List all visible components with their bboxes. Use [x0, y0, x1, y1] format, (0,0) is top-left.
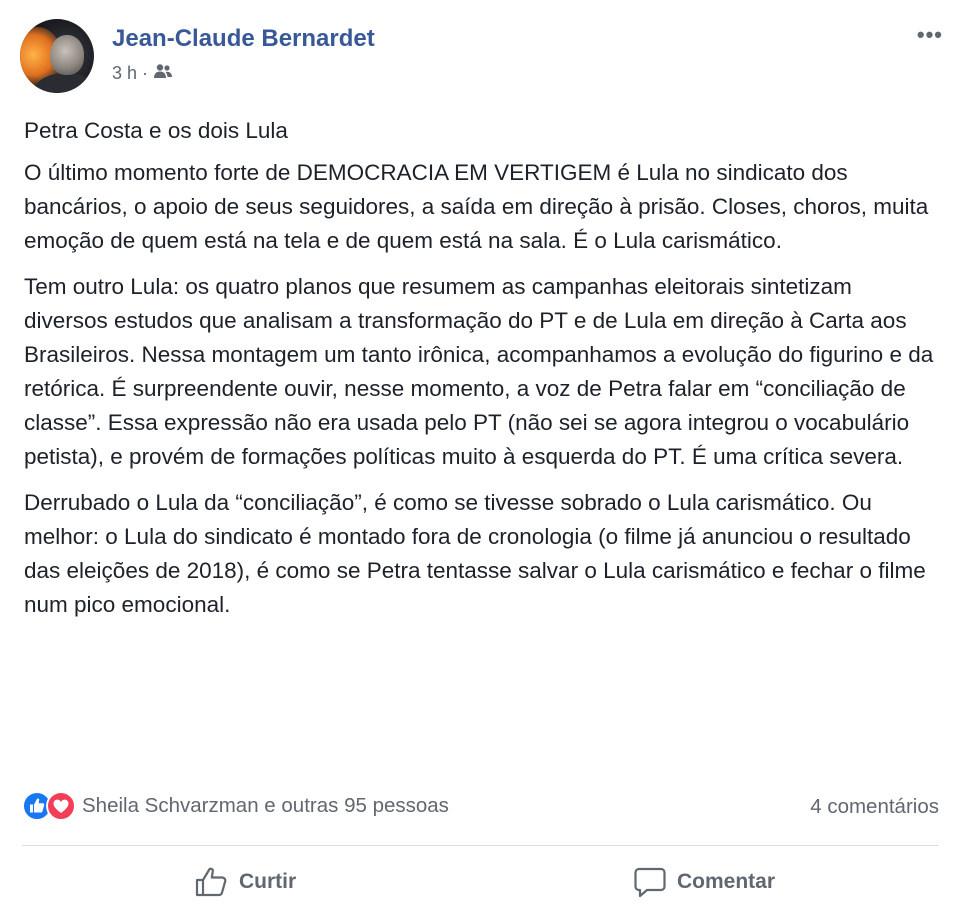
reactions-text[interactable]: Sheila Schvarzman e outras 95 pessoas	[82, 794, 449, 818]
post-text: Petra Costa e os dois Lula O último mome…	[24, 114, 939, 634]
thumbs-up-icon	[195, 867, 227, 897]
comment-button-label: Comentar	[677, 870, 776, 893]
post-title-line: Petra Costa e os dois Lula	[24, 118, 288, 143]
comment-button[interactable]: Comentar	[633, 866, 775, 898]
post-paragraph: O último momento forte de DEMOCRACIA EM …	[24, 160, 929, 253]
love-icon	[46, 791, 76, 821]
like-button-label: Curtir	[239, 870, 297, 893]
post-timestamp[interactable]: 3 h	[112, 63, 137, 84]
post-paragraph: Tem outro Lula: os quatro planos que res…	[24, 274, 934, 469]
post-paragraph: Derrubado o Lula da “conciliação”, é com…	[24, 490, 926, 617]
comments-count-link[interactable]: 4 comentários	[810, 795, 939, 819]
comment-bubble-icon	[634, 867, 666, 898]
post-meta: 3 h ·	[112, 63, 173, 84]
author-name-link[interactable]: Jean-Claude Bernardet	[112, 25, 375, 53]
meta-separator: ·	[142, 63, 149, 83]
reactions-summary[interactable]: Sheila Schvarzman e outras 95 pessoas	[22, 791, 449, 821]
reaction-icons	[22, 791, 76, 821]
actions-divider	[22, 845, 939, 846]
like-button[interactable]: Curtir	[195, 866, 296, 898]
more-options-icon[interactable]: •••	[917, 24, 943, 46]
post-card: Jean-Claude Bernardet 3 h · ••• Petra Co…	[0, 0, 957, 907]
author-avatar[interactable]	[20, 19, 94, 93]
friends-icon[interactable]	[153, 63, 173, 84]
